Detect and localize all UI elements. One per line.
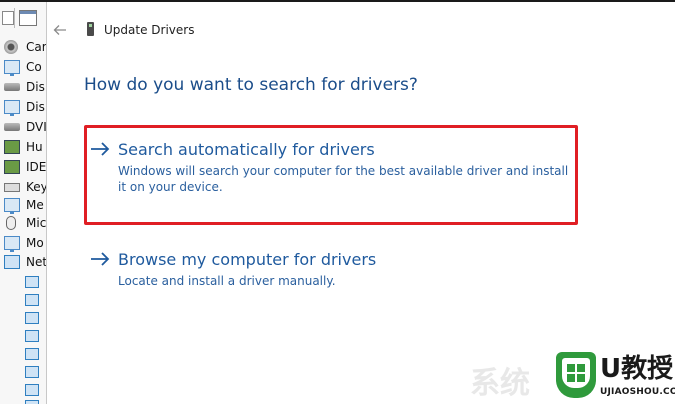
- network-adapter-icon: [25, 400, 39, 404]
- tree-item[interactable]: Mo: [2, 234, 46, 252]
- toolbar-divider: [14, 8, 15, 28]
- tree-item[interactable]: Car: [2, 38, 46, 56]
- window-icon[interactable]: [19, 10, 37, 26]
- option-description: Locate and install a driver manually.: [118, 274, 336, 288]
- tree-item[interactable]: Hu: [2, 138, 46, 156]
- tree-item-label: Co: [26, 60, 42, 74]
- network-adapter-icon: [25, 330, 39, 342]
- option-title: Browse my computer for drivers: [118, 250, 377, 269]
- monitor-icon: [4, 100, 20, 116]
- mouse-icon: [6, 216, 16, 230]
- network-adapter-icon: [25, 366, 39, 378]
- faint-watermark-text: 系统: [470, 366, 530, 401]
- watermark-brand: U教授: [600, 354, 674, 384]
- network-adapter-icon: [25, 312, 39, 324]
- network-adapter-icon: [25, 294, 39, 306]
- network-adapter-icon: [25, 348, 39, 360]
- tree-subitem[interactable]: [22, 328, 46, 346]
- keyboard-icon: [4, 183, 20, 192]
- disk-icon: [4, 123, 20, 131]
- browse-computer-option[interactable]: Browse my computer for drivers Locate an…: [90, 249, 570, 291]
- chip-icon: [4, 140, 20, 154]
- disk-icon: [4, 83, 20, 91]
- tree-item-label: Key: [26, 180, 46, 194]
- highlight-box: [84, 125, 578, 225]
- tree-item[interactable]: Me: [2, 196, 46, 214]
- watermark-logo: U教授 UJIAOSHOU.COM: [556, 352, 675, 404]
- watermark-url: UJIAOSHOU.COM: [600, 387, 675, 397]
- tree-subitem[interactable]: [22, 346, 46, 364]
- monitor-icon: [4, 198, 20, 214]
- tree-item[interactable]: IDE: [2, 158, 46, 176]
- shield-logo-icon: [556, 352, 596, 398]
- tree-item[interactable]: Net: [2, 253, 46, 271]
- device-manager-tree: Car Co Dis Dis DVI Hu IDE Key Me Mic Mo: [0, 2, 46, 404]
- tree-item-label: Hu: [26, 140, 43, 154]
- tree-item[interactable]: Key: [2, 178, 46, 196]
- tree-item-label: Me: [26, 198, 44, 212]
- tree-item-label: Net: [26, 255, 46, 269]
- tree-item[interactable]: Co: [2, 58, 46, 76]
- window-top-border: [0, 0, 675, 2]
- back-arrow-icon[interactable]: [52, 22, 68, 38]
- camera-icon: [4, 40, 18, 54]
- arrow-right-icon: [90, 250, 110, 268]
- tree-item-label: IDE: [26, 160, 46, 174]
- network-adapter-icon: [25, 384, 39, 396]
- network-icon: [4, 255, 20, 269]
- monitor-icon: [4, 60, 20, 76]
- tree-item-label: DVI: [26, 120, 46, 134]
- tree-item-label: Mic: [26, 216, 46, 230]
- tree-toolbar: [0, 8, 46, 28]
- tree-subitem[interactable]: [22, 310, 46, 328]
- tree-item[interactable]: DVI: [2, 118, 46, 136]
- tree-item[interactable]: Dis: [2, 98, 46, 116]
- device-icon: [87, 22, 94, 36]
- dialog-title: Update Drivers: [104, 23, 195, 37]
- tree-item-label: Dis: [26, 80, 45, 94]
- monitor-icon: [4, 236, 20, 252]
- tree-item[interactable]: Mic: [2, 214, 46, 232]
- toolbar-icon[interactable]: [2, 11, 14, 25]
- tree-subitem[interactable]: [22, 292, 46, 310]
- tree-item-label: Mo: [26, 236, 44, 250]
- chip-icon: [4, 160, 20, 174]
- tree-item-label: Dis: [26, 100, 45, 114]
- tree-item-label: Car: [26, 40, 46, 54]
- page-heading: How do you want to search for drivers?: [84, 75, 418, 95]
- network-adapter-icon: [25, 276, 39, 288]
- tree-subitem[interactable]: [22, 274, 46, 292]
- tree-subitem[interactable]: [22, 398, 46, 404]
- tree-subitem[interactable]: [22, 364, 46, 382]
- tree-item[interactable]: Dis: [2, 78, 46, 96]
- tree-divider: [46, 2, 47, 404]
